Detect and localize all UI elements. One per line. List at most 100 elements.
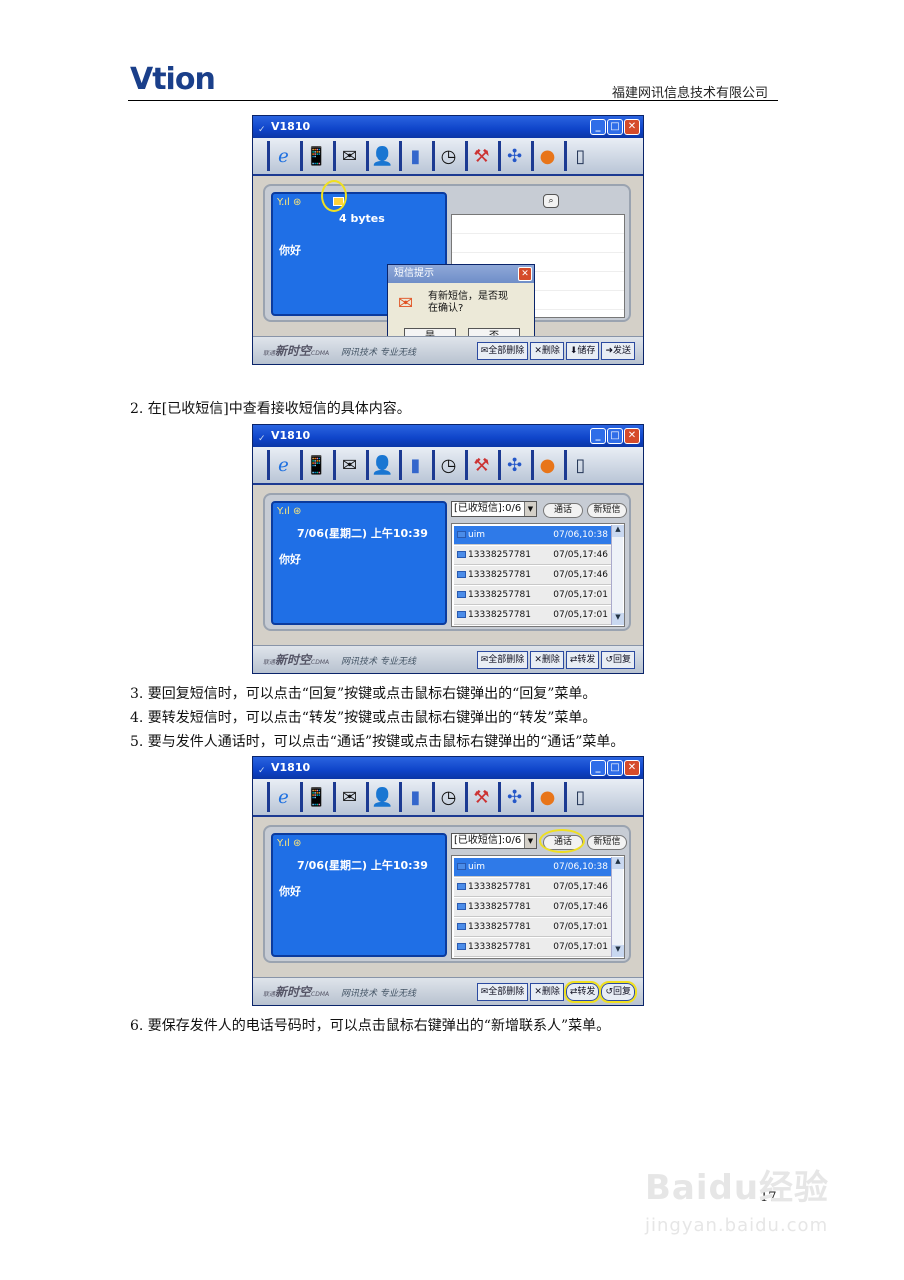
envelope-icon: ✉ xyxy=(398,293,414,314)
message-row[interactable]: 13338257781 07/05,17:46 xyxy=(454,546,612,565)
dialog-close-button[interactable]: ✕ xyxy=(518,267,532,281)
delete-all-button[interactable]: ✉全部删除 xyxy=(476,342,529,360)
new-sms-button[interactable]: 新短信 xyxy=(587,503,627,518)
app-window-2: ✓ V1810 _ □ ✕ ℯ 📱 ✉ 👤 ▮ ◷ ⚒ ✣ ● ▯ Y.ıl ⊛… xyxy=(252,424,644,674)
message-row[interactable]: 13338257781 07/05,17:46 xyxy=(454,566,612,585)
delete-button[interactable]: ✕删除 xyxy=(530,983,564,1001)
network-icon[interactable]: ✣ xyxy=(498,141,528,171)
main-toolbar: ℯ 📱 ✉ 👤 ▮ ◷ ⚒ ✣ ● ▯ xyxy=(253,447,643,485)
delete-button[interactable]: ✕删除 xyxy=(530,651,564,669)
clock-icon[interactable]: ◷ xyxy=(432,141,462,171)
tools-icon[interactable]: ⚒ xyxy=(465,141,495,171)
message-row[interactable]: 13338257781 07/05,17:46 xyxy=(454,878,612,897)
reply-button[interactable]: ↺回复 xyxy=(601,651,635,669)
minimize-button[interactable]: _ xyxy=(590,119,606,135)
exit-icon[interactable]: ▯ xyxy=(564,141,594,171)
dialog-title-bar[interactable]: 短信提示 ✕ xyxy=(388,265,534,283)
maximize-button[interactable]: □ xyxy=(607,760,623,776)
phone-icon[interactable]: 📱 xyxy=(300,450,330,480)
title-bar[interactable]: ✓ V1810 _ □ ✕ xyxy=(253,425,643,447)
tools-icon[interactable]: ⚒ xyxy=(465,450,495,480)
chat-icon[interactable]: ● xyxy=(531,782,561,812)
book-icon[interactable]: ▮ xyxy=(399,782,429,812)
message-row[interactable]: 13338257781 07/05,17:01 xyxy=(454,586,612,605)
sms-icon[interactable]: ✉ xyxy=(333,450,363,480)
phone-icon[interactable]: 📱 xyxy=(300,782,330,812)
call-button[interactable]: 通话 xyxy=(543,835,583,850)
contacts-icon[interactable]: 👤 xyxy=(366,141,396,171)
forward-button[interactable]: ⇄转发 xyxy=(565,651,600,669)
message-row[interactable]: 13338257781 07/05,17:01 xyxy=(454,606,612,625)
brand-logo: 联通新时空CDMA xyxy=(263,653,330,667)
envelope-icon xyxy=(457,883,466,890)
signal-icon: ✓ xyxy=(258,125,266,135)
title-bar[interactable]: ✓ V1810 _ □ ✕ xyxy=(253,757,643,779)
forward-button[interactable]: ⇄转发 xyxy=(563,981,602,1003)
envelope-icon xyxy=(457,531,466,538)
tools-icon[interactable]: ⚒ xyxy=(465,782,495,812)
signal-strength-icon: Y.ıl ⊛ xyxy=(277,197,302,208)
step-5: 5. 要与发件人通话时，可以点击“通话”按键或点击鼠标右键弹出的“通话”菜单。 xyxy=(130,734,625,750)
clock-icon[interactable]: ◷ xyxy=(432,782,462,812)
window-title: V1810 xyxy=(271,429,311,442)
sms-icon[interactable]: ✉ xyxy=(333,141,363,171)
message-row[interactable]: 13338257781 07/05,17:01 xyxy=(454,938,612,957)
message-row[interactable]: uim 07/06,10:38 xyxy=(454,526,612,545)
new-sms-button[interactable]: 新短信 xyxy=(587,835,627,850)
book-icon[interactable]: ▮ xyxy=(399,141,429,171)
send-button[interactable]: ➜发送 xyxy=(601,342,635,360)
minimize-button[interactable]: _ xyxy=(590,760,606,776)
message-content: 你好 xyxy=(279,885,301,898)
clock-icon[interactable]: ◷ xyxy=(432,450,462,480)
network-icon[interactable]: ✣ xyxy=(498,782,528,812)
chat-icon[interactable]: ● xyxy=(531,141,561,171)
minimize-button[interactable]: _ xyxy=(590,428,606,444)
message-size: 4 bytes xyxy=(339,212,385,225)
sms-icon[interactable]: ✉ xyxy=(333,782,363,812)
delete-button[interactable]: ✕删除 xyxy=(530,342,564,360)
reply-button[interactable]: ↺回复 xyxy=(599,981,637,1003)
internet-icon[interactable]: ℯ xyxy=(267,450,297,480)
content-panel: Y.ıl ⊛ 4 bytes 你好 ⌕ 短信提示 ✕ ✉ 有新短信，是否现 在确… xyxy=(263,184,631,352)
scrollbar[interactable]: ▲ ▼ xyxy=(611,525,624,625)
step-2: 2. 在[已收短信]中查看接收短信的具体内容。 xyxy=(130,401,411,417)
call-button[interactable]: 通话 xyxy=(543,503,583,518)
internet-icon[interactable]: ℯ xyxy=(267,141,297,171)
title-bar[interactable]: ✓ V1810 _ □ ✕ xyxy=(253,116,643,138)
dialog-title: 短信提示 xyxy=(394,268,434,279)
contacts-icon[interactable]: 👤 xyxy=(366,450,396,480)
save-button[interactable]: ⬇储存 xyxy=(565,342,600,360)
exit-icon[interactable]: ▯ xyxy=(564,450,594,480)
step-6: 6. 要保存发件人的电话号码时，可以点击鼠标右键弹出的“新增联系人”菜单。 xyxy=(130,1018,611,1034)
delete-all-button[interactable]: ✉全部删除 xyxy=(476,651,529,669)
delete-all-button[interactable]: ✉全部删除 xyxy=(476,983,529,1001)
contacts-icon[interactable]: 👤 xyxy=(366,782,396,812)
chevron-down-icon: ▼ xyxy=(524,834,536,848)
maximize-button[interactable]: □ xyxy=(607,428,623,444)
content-panel: Y.ıl ⊛ 7/06(星期二) 上午10:39 你好 [已收短信]:0/6 ▼ … xyxy=(263,825,631,963)
phone-icon[interactable]: 📱 xyxy=(300,141,330,171)
scrollbar[interactable]: ▲ ▼ xyxy=(611,857,624,957)
signal-strength-icon: Y.ıl ⊛ xyxy=(277,838,302,849)
book-icon[interactable]: ▮ xyxy=(399,450,429,480)
message-datetime: 7/06(星期二) 上午10:39 xyxy=(297,527,428,540)
exit-icon[interactable]: ▯ xyxy=(564,782,594,812)
close-button[interactable]: ✕ xyxy=(624,119,640,135)
folder-select[interactable]: [已收短信]:0/6 ▼ xyxy=(451,501,537,517)
message-row[interactable]: uim 07/06,10:38 xyxy=(454,858,612,877)
message-row[interactable]: 13338257781 07/05,17:01 xyxy=(454,918,612,937)
internet-icon[interactable]: ℯ xyxy=(267,782,297,812)
scroll-down-icon: ▼ xyxy=(612,945,624,957)
status-bar: 联通新时空CDMA 网讯技术 专业无线 ✉全部删除 ✕删除 ⬇储存 ➜发送 xyxy=(253,336,643,364)
network-icon[interactable]: ✣ xyxy=(498,450,528,480)
company-name: 福建网讯信息技术有限公司 xyxy=(611,86,768,101)
close-button[interactable]: ✕ xyxy=(624,428,640,444)
chat-icon[interactable]: ● xyxy=(531,450,561,480)
search-icon[interactable]: ⌕ xyxy=(543,194,559,208)
folder-select[interactable]: [已收短信]:0/6 ▼ xyxy=(451,833,537,849)
envelope-icon xyxy=(457,591,466,598)
message-row[interactable]: 13338257781 07/05,17:46 xyxy=(454,898,612,917)
close-button[interactable]: ✕ xyxy=(624,760,640,776)
message-content: 你好 xyxy=(279,553,301,566)
maximize-button[interactable]: □ xyxy=(607,119,623,135)
